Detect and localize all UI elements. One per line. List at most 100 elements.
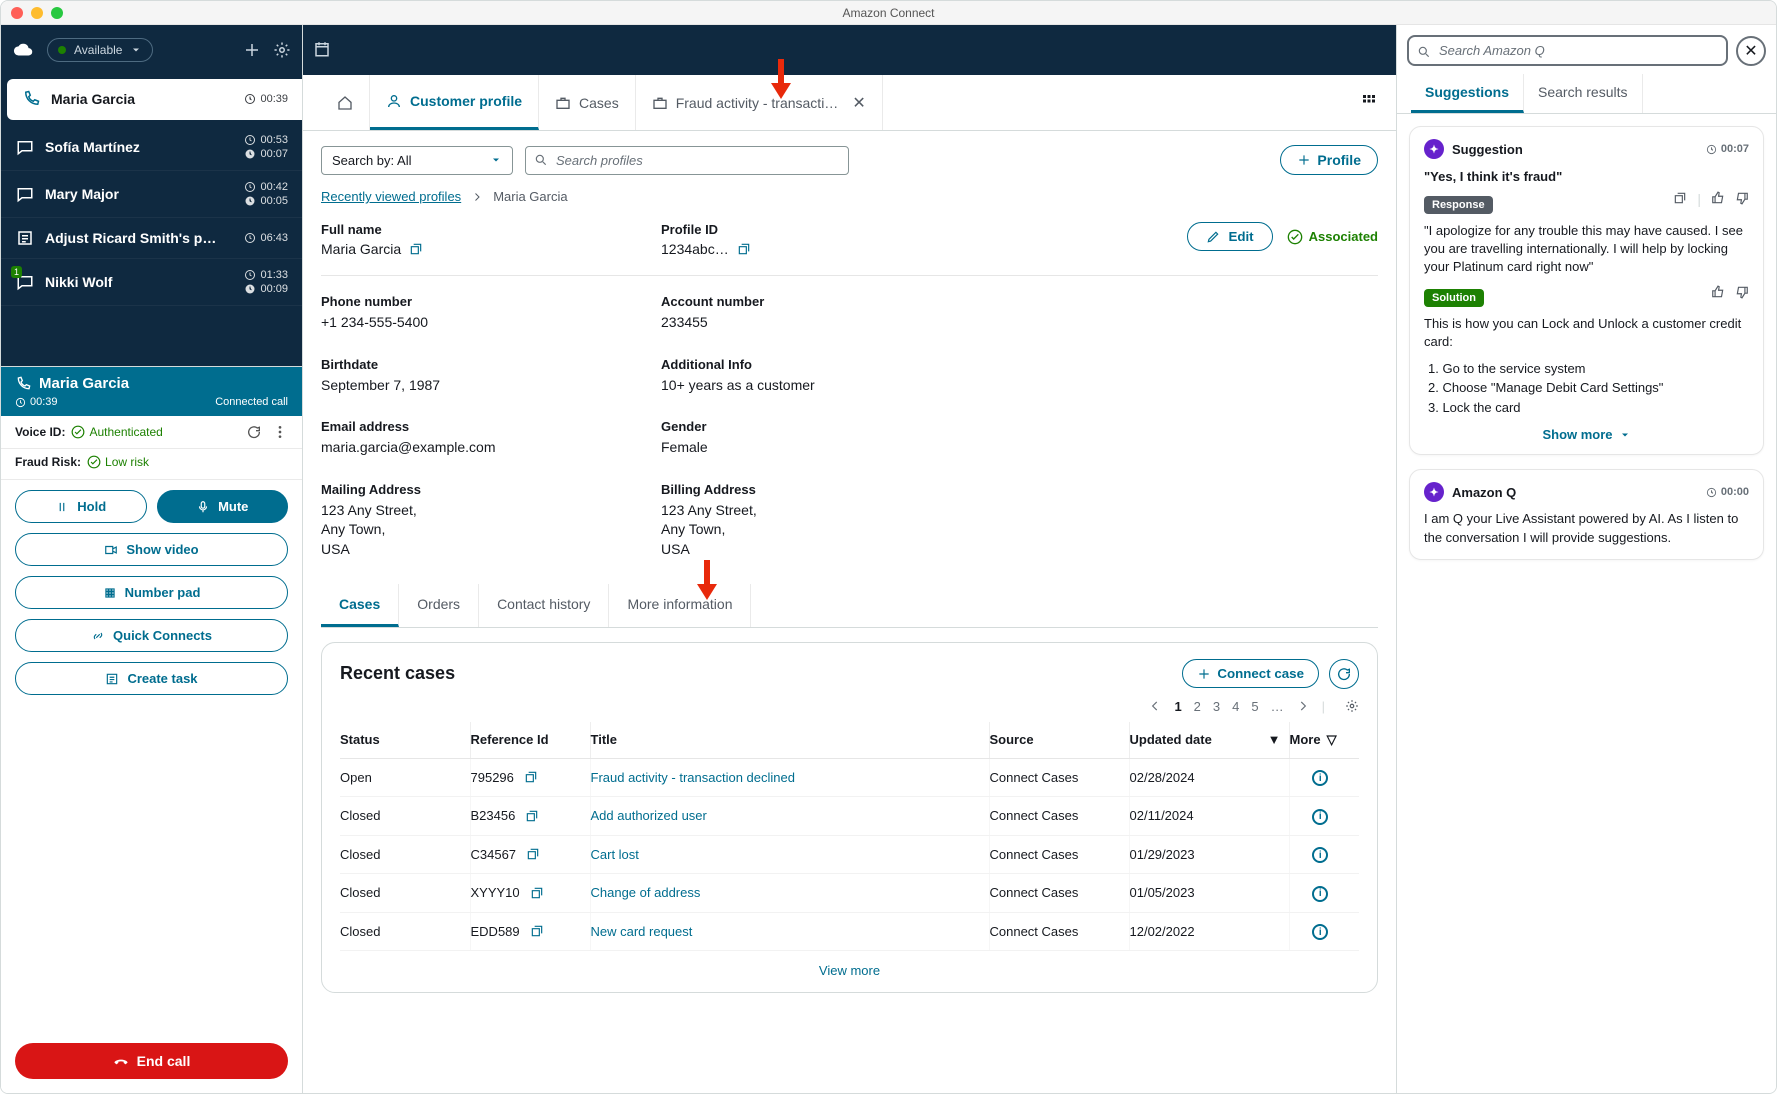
profile-subtabs: Cases Orders Contact history More inform… (321, 584, 1378, 628)
apps-button[interactable] (1360, 92, 1378, 113)
window-close[interactable] (11, 7, 23, 19)
case-more-button[interactable]: i (1312, 770, 1328, 786)
breadcrumb-link[interactable]: Recently viewed profiles (321, 189, 461, 204)
th-more[interactable]: More▽ (1289, 722, 1359, 759)
chevron-down-icon (130, 44, 142, 56)
page-5[interactable]: 5 (1251, 699, 1258, 714)
close-q-panel-button[interactable]: ✕ (1736, 36, 1766, 66)
table-row[interactable]: ClosedB23456Add authorized userConnect C… (340, 797, 1359, 836)
case-title-link[interactable]: Add authorized user (591, 808, 707, 823)
show-video-button[interactable]: Show video (15, 533, 288, 566)
table-row[interactable]: ClosedEDD589New card requestConnect Case… (340, 912, 1359, 951)
show-more-link[interactable]: Show more (1424, 427, 1749, 442)
subtab-contact-history[interactable]: Contact history (479, 584, 609, 627)
end-call-button[interactable]: End call (15, 1043, 288, 1079)
tab-home[interactable] (321, 75, 370, 130)
subtab-more-info[interactable]: More information (609, 584, 751, 627)
amazon-q-search-input[interactable]: Search Amazon Q (1407, 35, 1728, 66)
th-ref[interactable]: Reference Id (470, 722, 590, 759)
assistant-title: Amazon Q (1452, 485, 1516, 500)
contact-item-maria[interactable]: Maria Garcia 00:39 (7, 79, 302, 120)
thumbs-up-icon[interactable] (1711, 285, 1725, 299)
create-task-button[interactable]: Create task (15, 662, 288, 695)
mute-button[interactable]: Mute (157, 490, 289, 523)
connect-case-button[interactable]: Connect case (1182, 659, 1319, 688)
search-by-select[interactable]: Search by: All (321, 146, 513, 175)
tab-fraud-activity[interactable]: Fraud activity - transacti…✕ (636, 75, 883, 130)
page-2[interactable]: 2 (1194, 699, 1201, 714)
main-content: Customer profile Cases Fraud activity - … (303, 25, 1396, 1093)
breadcrumb: Recently viewed profiles Maria Garcia (321, 189, 1378, 204)
case-title-link[interactable]: Change of address (591, 885, 701, 900)
case-title-link[interactable]: New card request (591, 924, 693, 939)
case-title-link[interactable]: Cart lost (591, 847, 639, 862)
page-3[interactable]: 3 (1213, 699, 1220, 714)
view-more-link[interactable]: View more (340, 951, 1359, 982)
case-more-button[interactable]: i (1312, 924, 1328, 940)
hangup-icon (113, 1053, 129, 1069)
table-settings-button[interactable] (1345, 699, 1359, 713)
contact-item-mary[interactable]: Mary Major 00:42 00:05 (1, 171, 302, 218)
cases-table: Status Reference Id Title Source Updated… (340, 722, 1359, 952)
case-more-button[interactable]: i (1312, 847, 1328, 863)
copy-icon[interactable] (530, 886, 544, 900)
quick-connects-button[interactable]: Quick Connects (15, 619, 288, 652)
page-next-button[interactable] (1296, 699, 1310, 713)
tab-customer-profile[interactable]: Customer profile (370, 75, 539, 130)
edit-button[interactable]: Edit (1187, 222, 1272, 251)
window-zoom[interactable] (51, 7, 63, 19)
case-more-button[interactable]: i (1312, 809, 1328, 825)
copy-icon[interactable] (737, 242, 751, 256)
clock-icon (1706, 487, 1717, 498)
copy-icon[interactable] (525, 809, 539, 823)
chevron-down-icon (490, 154, 502, 166)
th-updated[interactable]: Updated date▼ (1129, 722, 1289, 759)
th-title[interactable]: Title (590, 722, 989, 759)
settings-button[interactable] (272, 40, 292, 60)
thumbs-down-icon[interactable] (1735, 285, 1749, 299)
page-prev-button[interactable] (1148, 699, 1162, 713)
solution-steps: 1. Go to the service system 2. Choose "M… (1424, 359, 1749, 418)
th-source[interactable]: Source (989, 722, 1129, 759)
close-tab-icon[interactable]: ✕ (852, 93, 865, 113)
more-icon[interactable] (272, 424, 288, 440)
page-1[interactable]: 1 (1174, 699, 1181, 714)
contact-item-nikki[interactable]: 1 Nikki Wolf 01:33 00:09 (1, 259, 302, 306)
page-4[interactable]: 4 (1232, 699, 1239, 714)
hold-button[interactable]: Hold (15, 490, 147, 523)
table-row[interactable]: ClosedXYYY10Change of addressConnect Cas… (340, 874, 1359, 913)
number-pad-button[interactable]: Number pad (15, 576, 288, 609)
thumbs-down-icon[interactable] (1735, 191, 1749, 205)
table-row[interactable]: Open795296Fraud activity - transaction d… (340, 758, 1359, 797)
associated-status: Associated (1287, 229, 1378, 245)
copy-icon[interactable] (530, 924, 544, 938)
thumbs-up-icon[interactable] (1711, 191, 1725, 205)
new-profile-button[interactable]: Profile (1280, 145, 1378, 175)
case-more-button[interactable]: i (1312, 886, 1328, 902)
copy-icon[interactable] (524, 770, 538, 784)
refresh-icon[interactable] (246, 424, 262, 440)
subtab-cases[interactable]: Cases (321, 584, 399, 627)
divider (321, 275, 1378, 276)
window-minimize[interactable] (31, 7, 43, 19)
subtab-orders[interactable]: Orders (399, 584, 479, 627)
copy-icon[interactable] (409, 242, 423, 256)
q-tab-search-results[interactable]: Search results (1524, 74, 1642, 113)
tab-cases[interactable]: Cases (539, 75, 636, 130)
table-row[interactable]: ClosedC34567Cart lostConnect Cases01/29/… (340, 835, 1359, 874)
chat-icon (15, 184, 35, 204)
search-profiles-input[interactable]: Search profiles (525, 146, 849, 175)
refresh-cases-button[interactable] (1329, 659, 1359, 689)
th-status[interactable]: Status (340, 722, 470, 759)
new-contact-button[interactable] (242, 40, 262, 60)
case-title-link[interactable]: Fraud activity - transaction declined (591, 770, 795, 785)
calendar-button[interactable] (313, 40, 333, 60)
clock-icon (244, 181, 256, 193)
contact-item-sofia[interactable]: Sofía Martínez 00:53 00:07 (1, 124, 302, 171)
agent-status-dropdown[interactable]: Available (47, 38, 153, 62)
copy-icon[interactable] (1673, 191, 1687, 205)
contact-item-task[interactable]: Adjust Ricard Smith's p… 06:43 (1, 218, 302, 259)
copy-icon[interactable] (526, 847, 540, 861)
status-dot-icon (58, 46, 66, 54)
q-tab-suggestions[interactable]: Suggestions (1411, 74, 1524, 113)
